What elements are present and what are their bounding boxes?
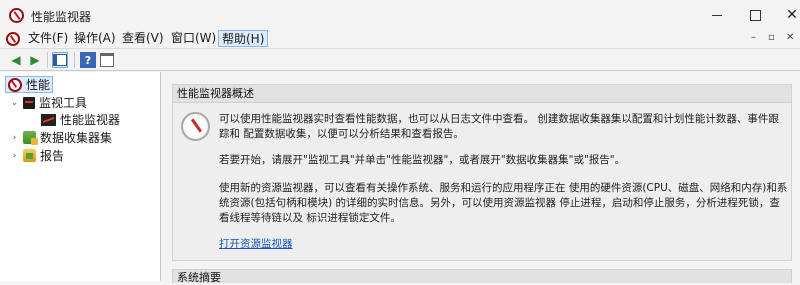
performance-monitor-large-icon: [181, 112, 210, 141]
overview-paragraph-1: 可以使用性能监视器实时查看性能数据，也可以从日志文件中查看。 创建数据收集器集以…: [219, 113, 779, 140]
close-button[interactable]: ✕: [781, 4, 800, 26]
performance-monitor-app-icon[interactable]: [9, 8, 24, 23]
mdi-restore-button[interactable]: ▫: [768, 32, 775, 43]
tree-item-label: 报告: [40, 149, 65, 163]
menu-window[interactable]: 窗口(W): [168, 30, 219, 47]
mdi-close-button[interactable]: ✕: [786, 32, 794, 43]
menu-bar: 文件(F) 操作(A) 查看(V) 窗口(W) 帮助(H) – ▫ ✕: [0, 29, 800, 48]
overview-panel: 性能监视器概述 可以使用性能监视器实时查看性能数据，也可以从日志文件中查看。 创…: [172, 84, 792, 261]
forward-arrow-icon[interactable]: ▶: [27, 52, 43, 68]
system-summary-header[interactable]: 系统摘要: [173, 270, 791, 285]
details-pane: 性能监视器概述 可以使用性能监视器实时查看性能数据，也可以从日志文件中查看。 创…: [172, 84, 792, 284]
back-arrow-icon[interactable]: ◀: [8, 52, 24, 68]
system-menu-icon[interactable]: [6, 32, 20, 46]
tree-item-label: 监视工具: [39, 96, 88, 110]
performance-monitor-icon: [41, 113, 56, 126]
tree-item-data-collector-sets[interactable]: › 数据收集器集: [10, 129, 112, 146]
chevron-right-icon[interactable]: ›: [10, 151, 19, 161]
chevron-down-icon[interactable]: ⌄: [10, 98, 19, 108]
toolbar-separator: [47, 52, 48, 68]
overview-paragraph-3: 使用新的资源监视器，可以查看有关操作系统、服务和运行的应用程序正在 使用的硬件资…: [219, 182, 788, 224]
help-icon[interactable]: ?: [80, 52, 96, 68]
toolbar: ◀ ▶ ?: [0, 48, 800, 71]
menu-view[interactable]: 查看(V): [119, 30, 167, 47]
tree-item-label: 性能: [26, 78, 51, 92]
tree-item-reports[interactable]: › 报告: [10, 147, 64, 164]
reports-icon: [23, 149, 36, 162]
tree-item-monitoring-tools[interactable]: ⌄ 监视工具: [10, 94, 87, 111]
toolbar-separator: [74, 52, 75, 68]
menu-action[interactable]: 操作(A): [71, 30, 119, 47]
tree-item-label: 数据收集器集: [40, 131, 113, 145]
overview-header[interactable]: 性能监视器概述: [173, 85, 791, 103]
data-collector-sets-icon: [23, 131, 38, 145]
overview-paragraph-2: 若要开始，请展开"监视工具"并单击"性能监视器"，或者展开"数据收集器集"或"报…: [219, 154, 626, 166]
maximize-button[interactable]: [744, 4, 766, 26]
menu-help[interactable]: 帮助(H): [218, 30, 269, 47]
window-title: 性能监视器: [31, 10, 92, 24]
open-resource-monitor-link[interactable]: 打开资源监视器: [219, 236, 293, 251]
performance-root-icon: [8, 77, 22, 92]
minimize-button[interactable]: [706, 4, 728, 26]
menu-file[interactable]: 文件(F): [25, 30, 71, 47]
chevron-right-icon[interactable]: ›: [10, 133, 19, 143]
title-bar[interactable]: 性能监视器 ✕: [0, 0, 800, 30]
monitoring-tools-icon: [23, 96, 35, 109]
properties-icon[interactable]: [99, 52, 115, 68]
tree-item-performance-monitor[interactable]: 性能监视器: [41, 111, 120, 128]
show-hide-console-tree-icon[interactable]: [52, 52, 68, 68]
tree-item-label: 性能监视器: [60, 113, 121, 127]
tree-item-performance[interactable]: 性能: [5, 76, 54, 93]
mdi-minimize-button[interactable]: –: [751, 32, 756, 43]
performance-monitor-window: 性能监视器 ✕ 文件(F) 操作(A) 查看(V) 窗口(W) 帮助(H) – …: [0, 0, 800, 284]
